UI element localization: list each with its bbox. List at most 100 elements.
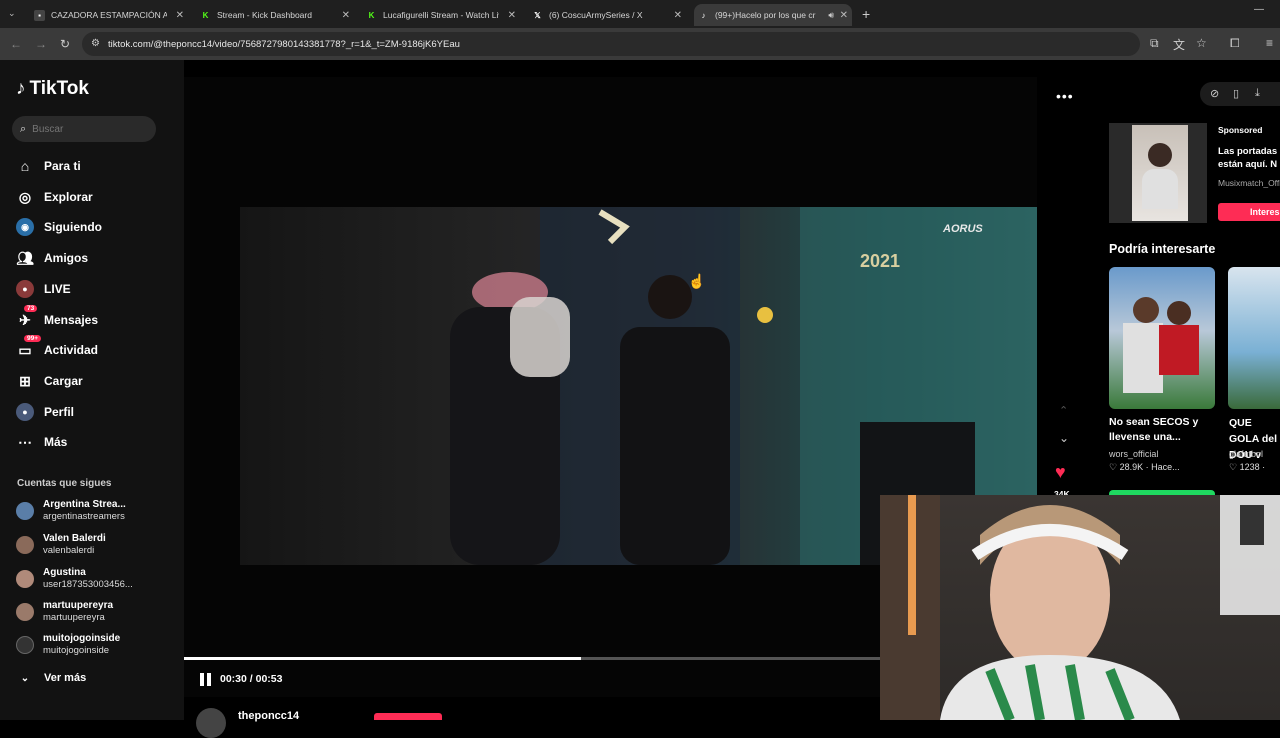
follow-button[interactable] [374,713,442,720]
nav-para-ti[interactable]: ⌂ Para ti [16,156,81,176]
site-settings-icon[interactable]: ⚙ [91,38,100,49]
download-icon[interactable]: ⤓ [1255,87,1260,100]
following-icon: ◉ [16,218,34,236]
pause-button[interactable] [200,673,212,686]
video-card-thumbnail[interactable] [1228,267,1280,409]
progress-fill [184,657,581,660]
messages-badge: 73 [24,305,38,312]
x-favicon-icon: 𝕏 [534,10,541,20]
video-card-title[interactable]: No sean SECOS y llevense una... [1109,415,1219,445]
video-card-stats-text: 1238 · [1239,462,1266,472]
close-icon[interactable]: ✕ [674,10,682,21]
video-card-thumbnail[interactable] [1109,267,1215,409]
search-input[interactable] [32,123,143,135]
following-username: argentinastreamers [43,511,125,522]
tiktok-logo[interactable]: ♪ TikTok [16,78,89,100]
heart-outline-icon: ♡ [1109,462,1120,472]
friends-icon: 👥︎ [16,249,34,266]
heart-icon[interactable]: ♥ [1055,462,1066,483]
url-text: tiktok.com/@theponcc14/video/75687279801… [108,38,460,50]
compass-icon: ◎ [18,188,32,205]
chevron-up-icon[interactable]: ⌃ [1059,404,1068,417]
nav-label: Para ti [44,159,81,173]
nav-mensajes[interactable]: ✈ 73 Mensajes [16,305,99,330]
sponsored-author[interactable]: Musixmatch_Offi [1218,178,1280,188]
following-username: muitojogoinside [43,645,110,656]
sponsored-cta-button[interactable]: Interes [1218,203,1280,221]
nav-live[interactable]: ● LIVE [16,279,71,299]
kick-favicon-icon: K [202,10,209,20]
following-username: valenbalerdi [43,545,95,556]
close-icon[interactable]: ✕ [840,10,848,21]
new-tab-icon[interactable]: + [862,6,870,22]
progress-bar[interactable] [184,657,880,660]
nav-perfil[interactable]: ● Perfil [16,402,74,422]
browser-tab[interactable]: K Lucafigurelli Stream - Watch Liv ✕ [366,4,516,26]
nav-label: LIVE [44,282,71,296]
browser-tab[interactable]: 𝕏 (6) CoscuArmySeries / X ✕ [532,4,682,26]
search-box[interactable]: ⌕ [12,116,156,142]
tiktok-logo-icon: ♪ [16,78,26,99]
translate-icon[interactable]: 文 [1173,36,1185,53]
messages-icon: ✈ 73 [16,305,38,329]
more-options-icon[interactable]: ••• [1056,88,1074,104]
following-item[interactable]: Valen Balerdi valenbalerdi [16,530,106,560]
forward-icon[interactable]: → [35,37,47,51]
timecode: 00:30 / 00:53 [220,673,283,685]
nav-cargar[interactable]: ⊞ Cargar [16,371,83,391]
close-icon[interactable]: ✕ [342,10,350,21]
chevron-down-icon[interactable]: ⌄ [1059,431,1069,445]
nav-label: Amigos [44,251,89,265]
following-section-title: Cuentas que sigues [17,478,112,489]
compass-icon[interactable]: ⊘ [1210,87,1219,100]
following-username: martuupereyra [43,612,105,623]
back-icon[interactable]: ← [10,37,22,51]
following-item[interactable]: Argentina Strea... argentinastreamers [16,496,126,526]
sponsored-title[interactable]: Las portadas están aquí. N [1218,145,1280,171]
video-text-2021: 2021 [860,251,900,271]
sponsored-card[interactable] [1109,123,1207,223]
logo-text: TikTok [29,78,89,99]
address-bar[interactable]: ⚙ tiktok.com/@theponcc14/video/756872798… [82,32,1140,56]
activity-icon: ▭ 99+ [16,335,42,359]
close-icon[interactable]: ✕ [176,10,184,21]
author-name[interactable]: theponcc14 [238,710,299,722]
video-card-author[interactable]: glafutbol [1229,449,1263,459]
see-more-button[interactable]: ⌄ Ver más [16,668,86,688]
live-icon: ● [16,280,34,298]
reload-icon[interactable]: ↻ [60,37,70,51]
phone-icon[interactable]: ▯ [1233,87,1239,100]
nav-siguiendo[interactable]: ◉ Siguiendo [16,217,102,237]
video-text-aorus: AORUS [942,223,983,235]
nav-label: Mensajes [44,313,99,327]
speaker-icon[interactable]: 🔊︎ [828,10,834,21]
tab-title: (99+)Hacelo por los que cr [715,10,816,20]
nav-label: Siguiendo [44,220,102,234]
close-icon[interactable]: ✕ [508,10,516,21]
browser-tab[interactable]: K Stream - Kick Dashboard ✕ [200,4,350,26]
nav-label: Cargar [44,374,83,388]
nav-explorar[interactable]: ◎ Explorar [16,187,93,207]
cast-icon[interactable]: ⧉ [1150,36,1159,51]
extensions-icon[interactable]: ⧠ [1230,36,1240,51]
nav-label: Perfil [44,405,75,419]
video-card-stats: ♡ 1238 · [1229,462,1265,473]
following-item[interactable]: muitojogoinside muitojogoinside [16,630,120,660]
kick-favicon-icon: K [368,10,375,20]
tab-search-icon[interactable]: ⌄ [8,8,16,19]
chevron-down-icon: ⌄ [20,672,30,684]
minimize-icon[interactable]: — [1254,4,1264,15]
video-card-stats-text: 28.9K · Hace... [1119,462,1180,472]
browser-tab[interactable]: ▪ CAZADORA ESTAMPACIÓN AB ✕ [34,4,184,26]
nav-amigos[interactable]: 👥︎ Amigos [16,248,88,268]
following-item[interactable]: Agustina user187353003456... [16,564,133,594]
bookmark-star-icon[interactable]: ☆ [1196,36,1207,50]
browser-tab-active[interactable]: ♪ (99+)Hacelo por los que cr 🔊︎ ✕ [694,4,852,26]
menu-icon[interactable]: ≡ [1266,36,1273,50]
nav-actividad[interactable]: ▭ 99+ Actividad [16,335,98,360]
author-avatar[interactable] [196,708,226,738]
nav-mas[interactable]: ⋯ Más [16,432,67,452]
nav-label: Más [44,435,68,449]
following-item[interactable]: martuupereyra martuupereyra [16,597,113,627]
video-card-author[interactable]: wors_official [1109,449,1158,459]
